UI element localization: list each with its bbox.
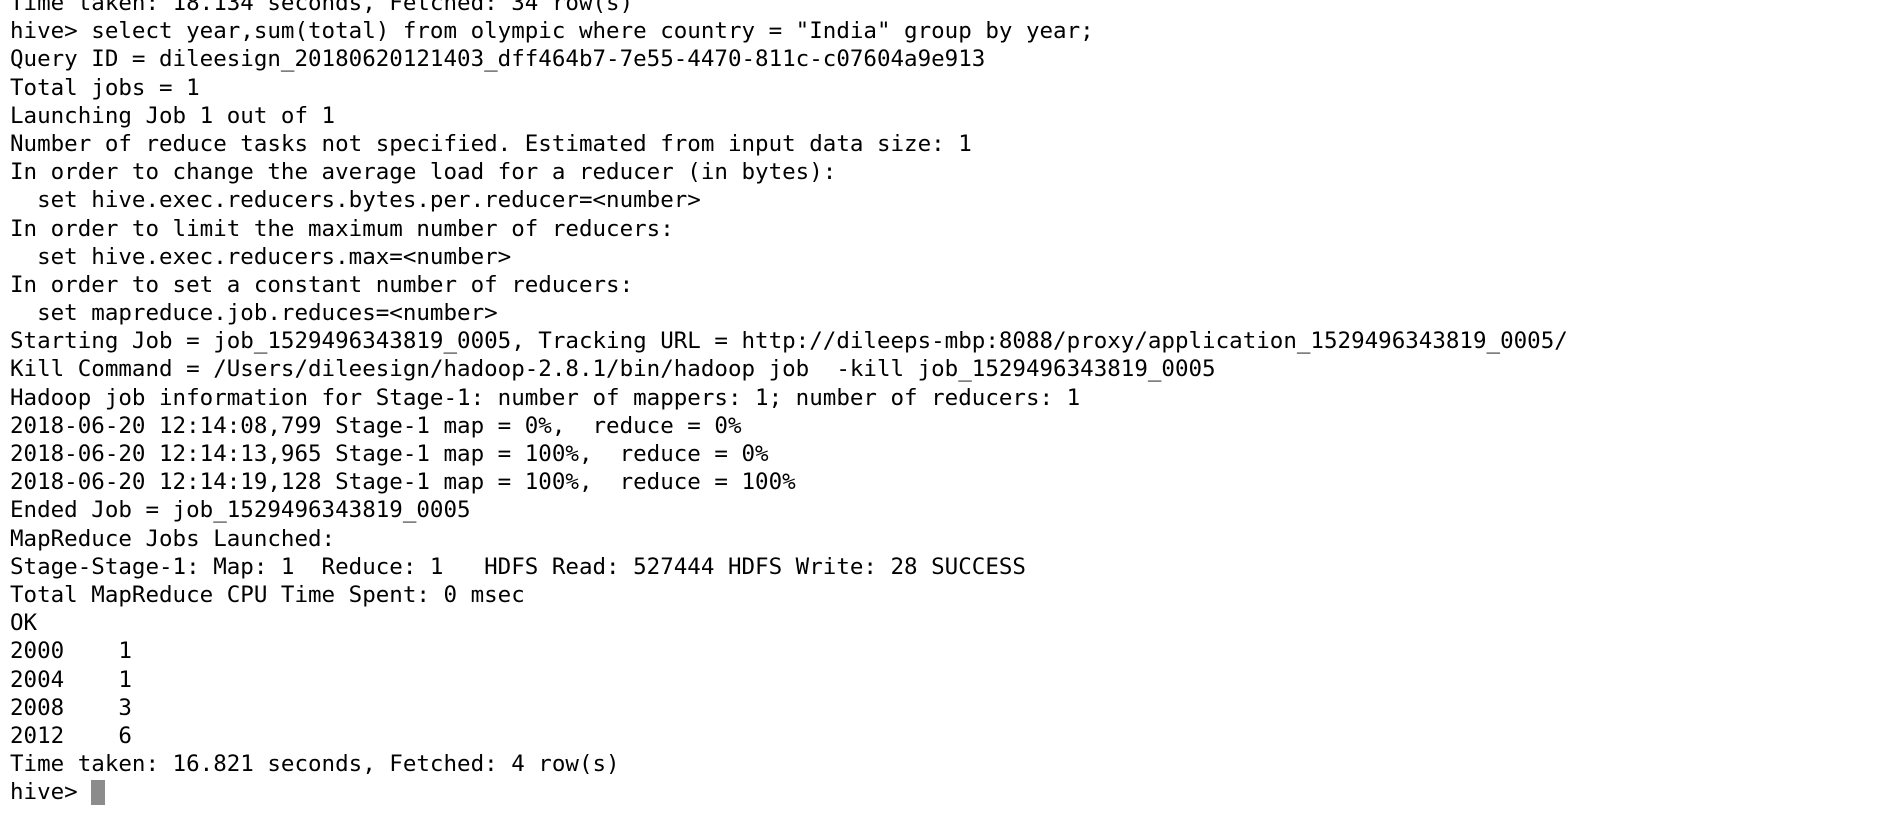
terminal-line: Ended Job = job_1529496343819_0005 [10,497,471,524]
result-row: 2012 6 [10,722,132,749]
terminal-line: In order to limit the maximum number of … [10,215,674,242]
terminal-line: Number of reduce tasks not specified. Es… [10,130,972,157]
terminal-line: Hadoop job information for Stage-1: numb… [10,384,1081,411]
terminal-line: 2018-06-20 12:14:08,799 Stage-1 map = 0%… [10,412,742,439]
result-row: 2008 3 [10,694,132,721]
terminal-line: Time taken: 18.134 seconds, Fetched: 34 … [10,0,634,16]
command-prompt-line[interactable]: hive> [10,778,1870,806]
text-cursor [90,779,105,805]
result-row: 2004 1 [10,666,132,693]
terminal-line: Total jobs = 1 [10,74,200,101]
prompt-label: hive> [10,779,78,806]
terminal-line: Query ID = dileesign_20180620121403_dff4… [10,46,986,73]
terminal-line: hive> select year,sum(total) from olympi… [10,18,1094,45]
terminal-line: OK [10,610,38,637]
terminal-line: Launching Job 1 out of 1 [10,102,336,129]
terminal-line: Time taken: 16.821 seconds, Fetched: 4 r… [10,751,620,778]
terminal-line: Total MapReduce CPU Time Spent: 0 msec [10,581,525,608]
result-row: 2000 1 [10,638,132,665]
terminal-line: In order to set a constant number of red… [10,271,634,298]
terminal-line: 2018-06-20 12:14:19,128 Stage-1 map = 10… [10,469,796,496]
terminal-line: In order to change the average load for … [10,159,837,186]
terminal-line: MapReduce Jobs Launched: [10,525,336,552]
terminal-line: set hive.exec.reducers.max=<number> [10,243,512,270]
terminal-line: set hive.exec.reducers.bytes.per.reducer… [10,187,701,214]
terminal-line: Stage-Stage-1: Map: 1 Reduce: 1 HDFS Rea… [10,553,1026,580]
terminal-window[interactable]: Time taken: 18.134 seconds, Fetched: 34 … [0,0,1884,826]
terminal-output: Time taken: 18.134 seconds, Fetched: 34 … [10,0,1870,806]
terminal-line: 2018-06-20 12:14:13,965 Stage-1 map = 10… [10,441,769,467]
terminal-line: Starting Job = job_1529496343819_0005, T… [10,328,1568,355]
terminal-line: Kill Command = /Users/dileesign/hadoop-2… [10,356,1216,383]
terminal-line: set mapreduce.job.reduces=<number> [10,300,498,327]
